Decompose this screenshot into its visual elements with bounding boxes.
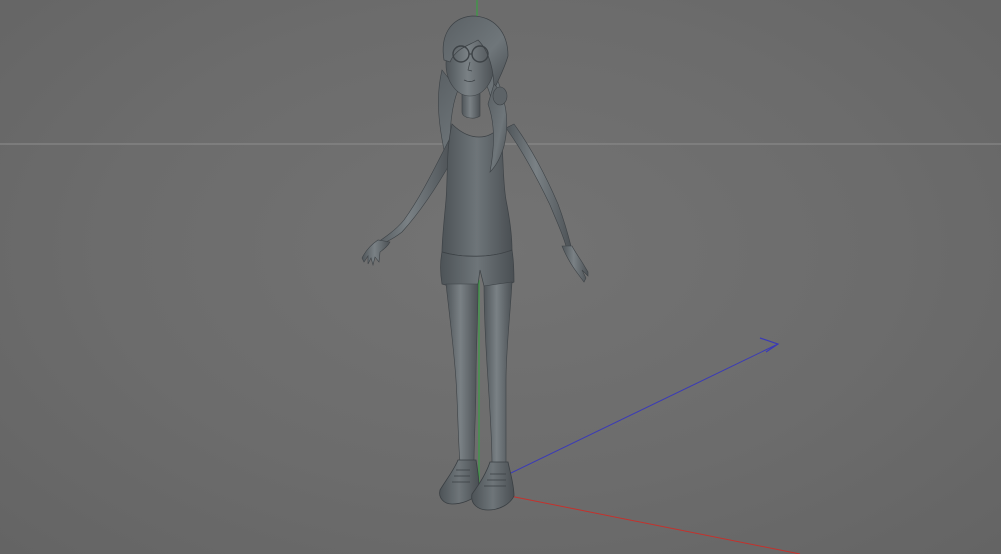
3d-viewport[interactable] — [0, 0, 1001, 554]
left-leg — [445, 283, 479, 463]
left-hand — [361, 239, 391, 267]
hair-tie — [492, 86, 508, 106]
z-axis-arrow — [479, 337, 780, 489]
x-axis-line — [479, 489, 801, 554]
right-hand — [561, 245, 589, 283]
right-arm — [505, 123, 573, 251]
character-figure[interactable] — [361, 15, 589, 511]
viewport-canvas[interactable] — [0, 0, 1001, 554]
left-arm — [371, 139, 453, 249]
right-leg — [483, 281, 513, 465]
